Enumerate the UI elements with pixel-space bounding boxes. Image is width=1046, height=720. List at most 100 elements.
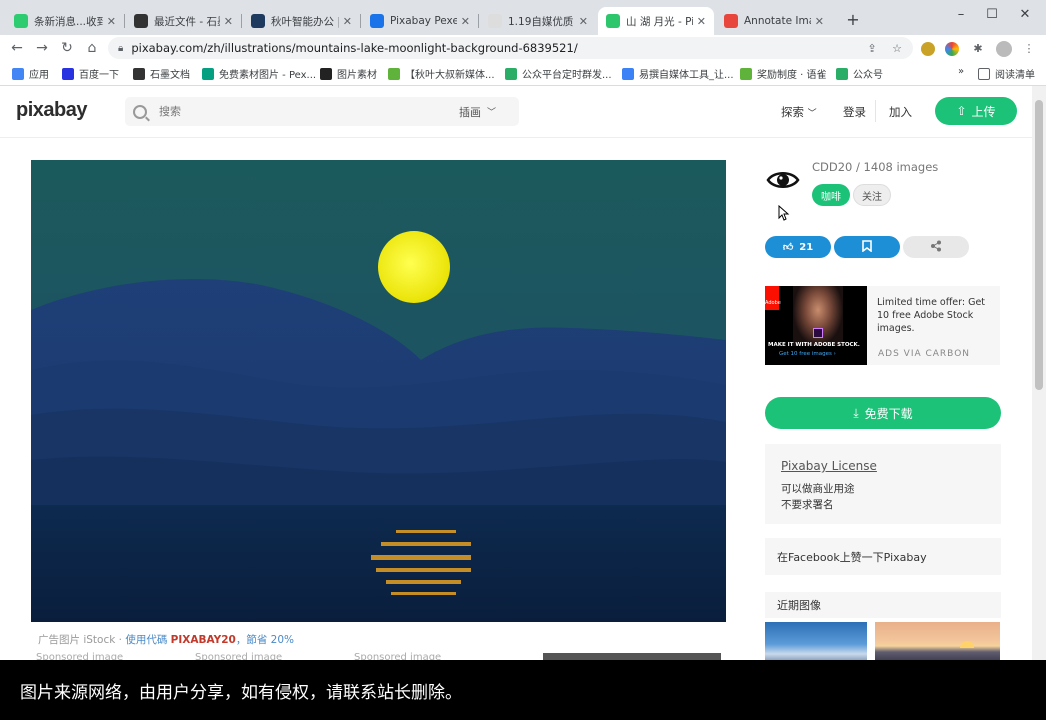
save-button[interactable] [834, 236, 900, 258]
close-window-button[interactable]: ✕ [1010, 4, 1040, 26]
license-commercial-use: 可以做商业用途 [781, 483, 855, 495]
bookmark-favicon-icon [505, 67, 517, 80]
like-button[interactable]: 👍︎ 21 [765, 236, 831, 258]
bookmark-favicon-icon [133, 67, 145, 80]
browser-tab[interactable]: 最近文件 - 石墨✕ [126, 7, 241, 35]
search-type-filter[interactable]: 插画 ﹀ [459, 104, 496, 120]
thumbs-up-icon: 👍︎ [782, 242, 794, 253]
zhihu-icon [370, 14, 384, 28]
url-text: pixabay.com/zh/illustrations/mountains-l… [131, 41, 578, 55]
bookmark-item[interactable]: 公众号 [836, 66, 883, 81]
explore-menu[interactable]: 探索 ﹀ [781, 104, 817, 120]
author-name[interactable]: CDD20 / 1408 images [812, 160, 938, 174]
mouse-cursor-icon [778, 204, 790, 224]
upload-button[interactable]: ⇧ 上传 [935, 97, 1017, 125]
close-tab-icon[interactable]: ✕ [579, 15, 588, 28]
bookmark-item[interactable]: 【秋叶大叔新媒体... [388, 66, 495, 81]
forward-icon[interactable]: → [31, 38, 53, 58]
use-code-link[interactable]: 使用代碼 [125, 634, 170, 646]
bookmark-item[interactable]: 石墨文档 [133, 66, 190, 81]
bookmark-favicon-icon [740, 67, 752, 80]
close-tab-icon[interactable]: ✕ [697, 15, 706, 28]
bookmark-item[interactable]: 奖励制度 · 语雀 [740, 66, 827, 81]
close-tab-icon[interactable]: ✕ [343, 15, 352, 28]
doc-icon [488, 14, 502, 28]
menu-dots-icon[interactable]: ⋮ [1021, 41, 1037, 57]
browser-tab[interactable]: 条新消息...收到 ✕ [6, 7, 124, 35]
recent-image-thumbnail[interactable] [875, 622, 1000, 662]
recent-image-thumbnail[interactable] [765, 622, 867, 662]
tab-separator [124, 14, 125, 28]
follow-button[interactable]: 关注 [853, 184, 891, 206]
upload-icon: ⇧ [956, 104, 967, 118]
pixabay-logo[interactable]: pixabay [16, 99, 87, 122]
tab-separator [241, 14, 242, 28]
license-no-attribution: 不要求署名 [781, 499, 834, 511]
pixabay-icon [606, 14, 620, 28]
bookmark-item[interactable]: 易撰自媒体工具_让... [622, 66, 734, 81]
share-icon [930, 240, 942, 255]
bookmark-star-icon[interactable]: ☆ [889, 41, 905, 57]
close-tab-icon[interactable]: ✕ [815, 15, 824, 28]
ad-text[interactable]: Limited time offer: Get 10 free Adobe St… [877, 296, 997, 335]
close-tab-icon[interactable]: ✕ [107, 15, 116, 28]
browser-tab[interactable]: Pixabay Pexels✕ [362, 7, 478, 35]
browser-tab[interactable]: Annotate Imag✕ [716, 7, 832, 35]
search-input[interactable] [159, 105, 459, 118]
free-download-button[interactable]: ⤓ 免费下载 [765, 397, 1001, 429]
profile-avatar[interactable] [996, 41, 1012, 57]
close-tab-icon[interactable]: ✕ [224, 15, 233, 28]
browser-tab[interactable]: 1.19自媒优质 ✕ [480, 7, 596, 35]
search-box[interactable]: 插画﹀ [125, 97, 519, 126]
chrome-extension-icon[interactable] [945, 42, 959, 56]
bookmark-item[interactable]: 图片素材 [320, 66, 377, 81]
lock-icon: 🔒︎ [118, 42, 124, 54]
bookmark-item[interactable]: 免费素材图片 - Pex... [202, 66, 316, 81]
scrollbar-thumb[interactable] [1035, 100, 1043, 390]
tab-separator [478, 14, 479, 28]
bookmarks-more-icon[interactable]: » [958, 66, 964, 77]
browser-tab[interactable]: 秋叶智能办公 | ✕ [243, 7, 360, 35]
main-illustration[interactable] [31, 160, 726, 622]
author-avatar-eye-icon[interactable] [766, 168, 800, 192]
adobe-stock-ad-image[interactable]: Adobe MAKE IT WITH ADOBE STOCK. Get 10 f… [765, 286, 867, 365]
login-link[interactable]: 登录 [843, 104, 866, 120]
close-tab-icon[interactable]: ✕ [461, 15, 470, 28]
bookmark-item[interactable]: 应用 [12, 66, 49, 81]
join-link[interactable]: 加入 [889, 104, 912, 120]
coffee-button[interactable]: 咖啡 [812, 184, 850, 206]
bookmark-favicon-icon [320, 67, 332, 80]
bookmark-icon [862, 239, 872, 255]
bookmark-item[interactable]: 公众平台定时群发... [505, 66, 612, 81]
bookmark-favicon-icon [202, 67, 214, 80]
home-icon[interactable]: ⌂ [81, 38, 103, 58]
eye-icon [766, 172, 800, 188]
share-button[interactable] [903, 236, 969, 258]
chevron-down-icon: ﹀ [807, 109, 817, 119]
extension-icon[interactable] [921, 42, 935, 56]
maximize-button[interactable]: ☐ [977, 4, 1007, 26]
minimize-button[interactable]: – [946, 4, 976, 26]
qiuye-icon [251, 14, 265, 28]
adobe-st-badge [813, 328, 823, 338]
bookmark-item[interactable]: 百度一下 [62, 66, 119, 81]
tab-separator [360, 14, 361, 28]
bookmark-favicon-icon [12, 67, 24, 80]
back-icon[interactable]: ← [6, 38, 28, 58]
share-page-icon[interactable]: ⇪ [864, 41, 880, 57]
bookmark-favicon-icon [388, 67, 400, 80]
watermark-caption: 图片来源网络，由用户分享，如有侵权，请联系站长删除。 [0, 660, 1046, 720]
download-icon: ⤓ [853, 405, 859, 420]
license-link[interactable]: Pixabay License [781, 459, 877, 473]
new-tab-button[interactable]: + [842, 9, 864, 31]
extensions-puzzle-icon[interactable]: ✱ [970, 41, 986, 57]
chrome-icon [724, 14, 738, 28]
facebook-like-text[interactable]: 在Facebook上赞一下Pixabay [777, 549, 927, 565]
ads-via-carbon[interactable]: ADS VIA CARBON [878, 349, 970, 359]
reload-icon[interactable]: ↻ [56, 38, 78, 58]
reading-list[interactable]: 阅读清单 [978, 66, 1035, 81]
feed-icon [14, 14, 28, 28]
sun-icon [960, 641, 974, 648]
browser-tab[interactable]: 山 湖 月光 - Pix✕ [598, 7, 714, 35]
address-bar[interactable]: 🔒︎ pixabay.com/zh/illustrations/mountain… [108, 37, 913, 59]
